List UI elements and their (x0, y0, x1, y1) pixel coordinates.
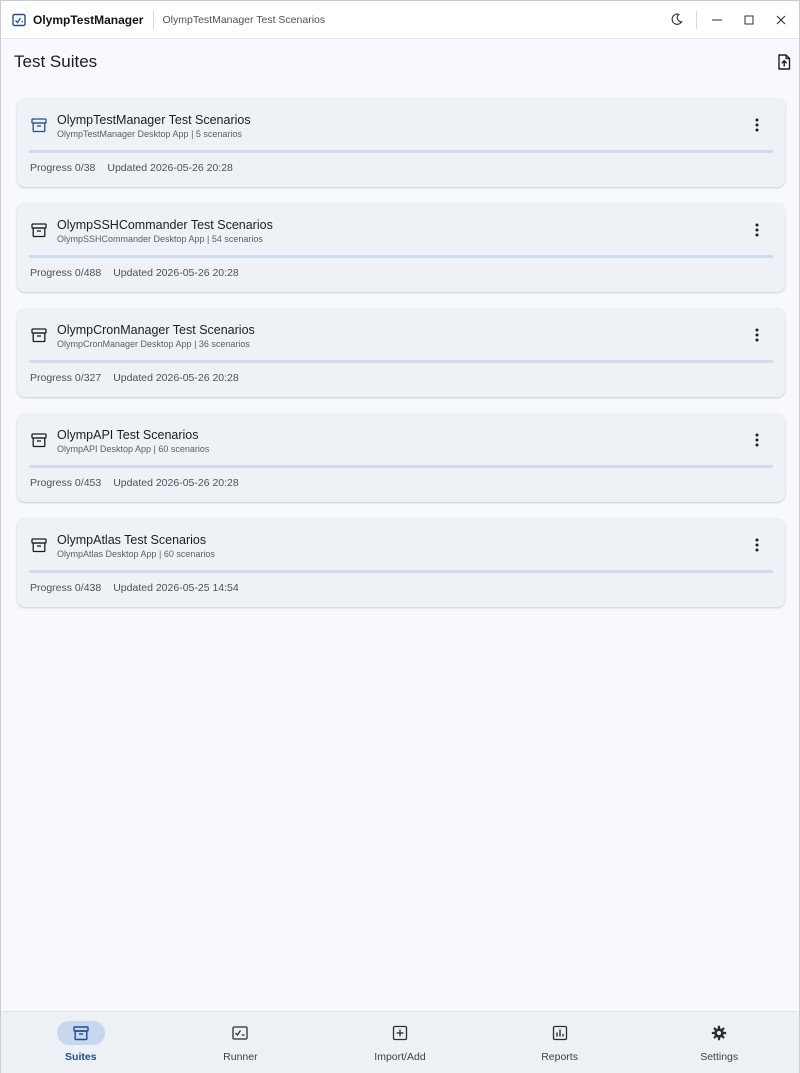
archive-icon (31, 118, 47, 133)
suite-progress: Progress 0/438 (30, 582, 102, 594)
nav-active-indicator (56, 1021, 105, 1045)
suite-menu-button[interactable] (747, 534, 767, 556)
suite-updated: Updated 2026-05-25 14:54 (113, 582, 239, 594)
suite-updated: Updated 2026-05-26 20:28 (113, 267, 239, 279)
more-vertical-icon (755, 118, 759, 132)
titlebar-divider (696, 10, 697, 29)
progress-bar (29, 255, 773, 258)
suite-updated: Updated 2026-05-26 20:28 (113, 372, 239, 384)
checklist-icon (232, 1026, 249, 1040)
suite-progress: Progress 0/488 (30, 267, 102, 279)
more-vertical-icon (755, 538, 759, 552)
theme-toggle-button[interactable] (660, 1, 692, 39)
moon-icon (671, 13, 683, 25)
suite-subtitle: OlympAtlas Desktop App | 60 scenarios (57, 549, 215, 559)
suite-title: OlympTestManager Test Scenarios (57, 113, 251, 127)
minimize-icon (712, 19, 722, 20)
nav-item-suites[interactable]: Suites (1, 1012, 161, 1073)
suite-updated: Updated 2026-05-26 20:28 (107, 162, 233, 174)
suite-updated: Updated 2026-05-26 20:28 (113, 477, 239, 489)
suite-menu-button[interactable] (747, 219, 767, 241)
suite-menu-button[interactable] (747, 324, 767, 346)
suite-card[interactable]: OlympAtlas Test Scenarios OlympAtlas Des… (17, 518, 785, 607)
suite-subtitle: OlympSSHCommander Desktop App | 54 scena… (57, 234, 263, 244)
archive-icon (31, 328, 47, 343)
suite-progress: Progress 0/453 (30, 477, 102, 489)
suite-card[interactable]: OlympSSHCommander Test Scenarios OlympSS… (17, 203, 785, 292)
nav-label: Runner (223, 1051, 258, 1063)
close-icon (776, 15, 786, 24)
suite-title: OlympAtlas Test Scenarios (57, 533, 207, 547)
archive-icon (73, 1026, 89, 1041)
close-button[interactable] (765, 1, 797, 39)
progress-bar (29, 465, 773, 468)
app-name: OlympTestManager (33, 12, 144, 27)
minimize-button[interactable] (701, 1, 733, 39)
suite-subtitle: OlympTestManager Desktop App | 5 scenari… (57, 129, 242, 139)
add-box-icon (392, 1025, 408, 1041)
nav-item-reports[interactable]: Reports (480, 1012, 640, 1073)
suite-list: OlympTestManager Test Scenarios OlympTes… (17, 98, 785, 623)
archive-icon (31, 433, 47, 448)
nav-label: Settings (700, 1051, 739, 1063)
suite-title: OlympSSHCommander Test Scenarios (57, 218, 273, 232)
progress-bar (29, 570, 773, 573)
title-separator (153, 10, 155, 29)
suite-subtitle: OlympCronManager Desktop App | 36 scenar… (57, 339, 250, 349)
nav-item-import-add[interactable]: Import/Add (320, 1012, 480, 1073)
export-file-button[interactable] (773, 51, 795, 73)
suite-card[interactable]: OlympCronManager Test Scenarios OlympCro… (17, 308, 785, 397)
more-vertical-icon (755, 328, 759, 342)
bottom-navigation: Suites Runner Import/Add Reports Setting… (1, 1011, 799, 1073)
nav-label: Reports (541, 1051, 578, 1063)
more-vertical-icon (755, 433, 759, 447)
app-logo-icon (12, 13, 26, 27)
nav-label: Suites (65, 1051, 97, 1063)
suite-title: OlympAPI Test Scenarios (57, 428, 199, 442)
suite-card[interactable]: OlympAPI Test Scenarios OlympAPI Desktop… (17, 413, 785, 502)
suite-menu-button[interactable] (747, 114, 767, 136)
file-upload-icon (778, 54, 791, 70)
suite-progress: Progress 0/327 (30, 372, 102, 384)
archive-icon (31, 538, 47, 553)
progress-bar (29, 150, 773, 153)
progress-bar (29, 360, 773, 363)
suite-menu-button[interactable] (747, 429, 767, 451)
nav-item-runner[interactable]: Runner (161, 1012, 321, 1073)
page-title: Test Suites (14, 52, 98, 71)
maximize-icon (744, 15, 754, 24)
suite-card[interactable]: OlympTestManager Test Scenarios OlympTes… (17, 98, 785, 187)
suite-title: OlympCronManager Test Scenarios (57, 323, 255, 337)
maximize-button[interactable] (733, 1, 765, 39)
nav-label: Import/Add (374, 1051, 426, 1063)
nav-item-settings[interactable]: Settings (639, 1012, 799, 1073)
bar-chart-icon (552, 1025, 567, 1041)
window-subtitle: OlympTestManager Test Scenarios (162, 13, 326, 26)
suite-progress: Progress 0/38 (30, 162, 96, 174)
gear-icon (711, 1025, 727, 1041)
suite-subtitle: OlympAPI Desktop App | 60 scenarios (57, 444, 210, 454)
title-bar: OlympTestManager OlympTestManager Test S… (1, 1, 799, 39)
archive-icon (31, 223, 47, 238)
more-vertical-icon (755, 223, 759, 237)
